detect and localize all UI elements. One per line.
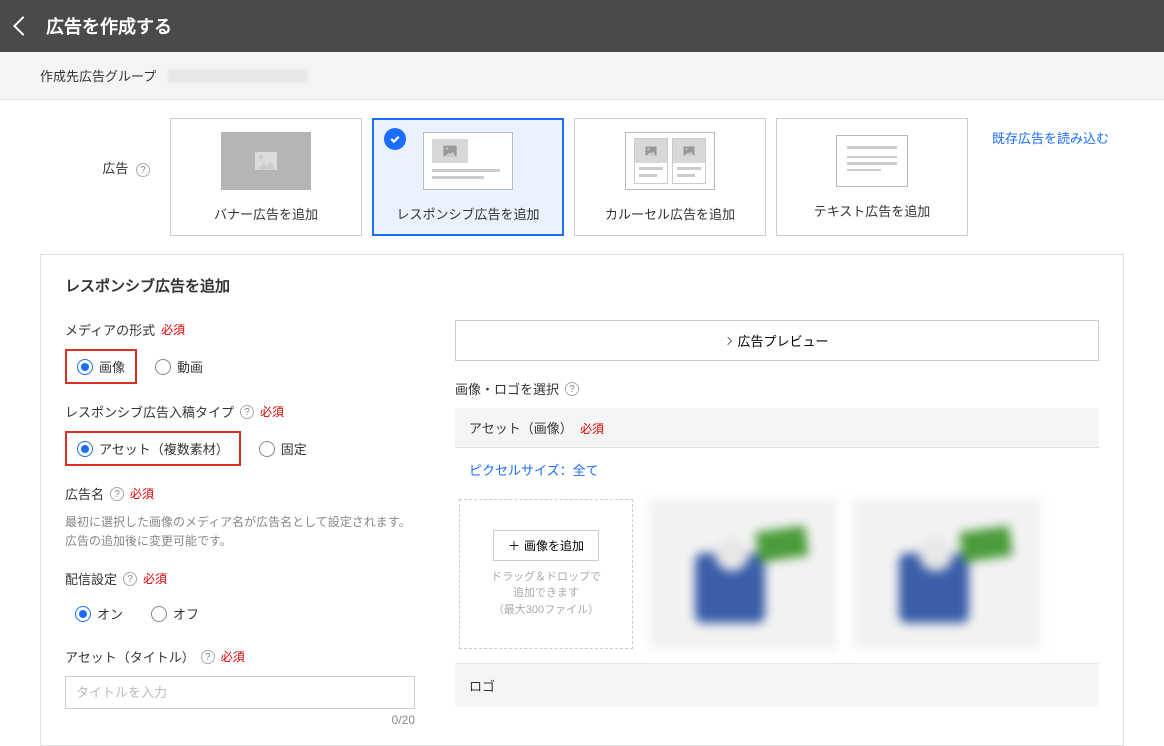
help-icon[interactable]: ? xyxy=(201,650,215,664)
asset-title-input[interactable] xyxy=(65,676,415,709)
help-icon[interactable]: ? xyxy=(123,572,137,586)
load-existing-link[interactable]: 既存広告を読み込む xyxy=(992,118,1109,147)
ad-name-description: 最初に選択した画像のメディア名が広告名として設定されます。広告の追加後に変更可能… xyxy=(65,513,415,551)
upload-hint-line: ドラッグ＆ドロップで xyxy=(491,569,601,586)
preview-button-label: 広告プレビュー xyxy=(737,331,828,350)
checkmark-icon xyxy=(384,128,406,150)
image-placeholder-icon xyxy=(255,152,277,170)
upload-hint-line: 追加できます xyxy=(491,585,601,602)
asset-image-tab-label: アセット（画像） xyxy=(469,421,573,436)
radio-off-icon xyxy=(259,441,275,457)
add-image-button[interactable]: ＋ 画像を追加 xyxy=(493,530,599,561)
ad-preview-button[interactable]: 広告プレビュー xyxy=(455,320,1099,361)
delivery-label: 配信設定 xyxy=(65,569,117,588)
plus-icon: ＋ xyxy=(508,537,520,554)
panel-title: レスポンシブ広告を追加 xyxy=(65,275,1099,296)
required-badge: 必須 xyxy=(260,403,284,420)
required-badge: 必須 xyxy=(580,422,604,436)
radio-label: オフ xyxy=(173,604,199,623)
radio-label: アセット（複数素材） xyxy=(99,439,229,458)
radio-off-icon xyxy=(151,606,167,622)
help-icon[interactable]: ? xyxy=(565,382,579,396)
image-thumbnail[interactable] xyxy=(853,499,1041,649)
required-badge: 必須 xyxy=(130,485,154,502)
ad-type-label: テキスト広告を追加 xyxy=(814,201,931,220)
pixel-size-filter[interactable]: ピクセルサイズ：全て xyxy=(455,448,613,491)
radio-label: オン xyxy=(97,604,123,623)
page-title: 広告を作成する xyxy=(46,13,172,39)
image-placeholder-icon xyxy=(646,146,657,155)
required-badge: 必須 xyxy=(221,648,245,665)
radio-on-icon xyxy=(77,359,93,375)
help-icon[interactable]: ? xyxy=(136,163,150,177)
ad-type-label: バナー広告を追加 xyxy=(214,204,318,223)
ad-section-label: 広告 xyxy=(102,161,128,176)
media-format-label: メディアの形式 xyxy=(65,320,155,339)
radio-on-icon xyxy=(77,441,93,457)
required-badge: 必須 xyxy=(161,321,185,338)
chevron-right-icon xyxy=(724,336,732,344)
group-value-redacted xyxy=(168,69,308,83)
image-upload-dropzone[interactable]: ＋ 画像を追加 ドラッグ＆ドロップで 追加できます （最大300ファイル） xyxy=(459,499,633,649)
ad-name-label: 広告名 xyxy=(65,484,104,503)
media-format-video-radio[interactable]: 動画 xyxy=(145,351,213,382)
help-icon[interactable]: ? xyxy=(240,405,254,419)
image-placeholder-icon xyxy=(684,146,695,155)
add-image-label: 画像を追加 xyxy=(524,537,584,554)
delivery-on-radio[interactable]: オン xyxy=(65,598,133,629)
upload-hint-line: （最大300ファイル） xyxy=(491,602,601,619)
input-type-label: レスポンシブ広告入稿タイプ xyxy=(65,402,234,421)
image-placeholder-icon xyxy=(443,145,456,156)
radio-on-icon xyxy=(75,606,91,622)
radio-label: 動画 xyxy=(177,357,203,376)
char-count: 0/20 xyxy=(65,713,415,727)
required-badge: 必須 xyxy=(143,570,167,587)
ad-type-text[interactable]: テキスト広告を追加 xyxy=(776,118,968,236)
ad-type-banner[interactable]: バナー広告を追加 xyxy=(170,118,362,236)
radio-label: 画像 xyxy=(99,357,125,376)
ad-type-carousel[interactable]: カルーセル広告を追加 xyxy=(574,118,766,236)
radio-off-icon xyxy=(155,359,171,375)
ad-type-label: レスポンシブ広告を追加 xyxy=(396,204,539,223)
delivery-off-radio[interactable]: オフ xyxy=(141,598,209,629)
radio-label: 固定 xyxy=(281,439,307,458)
logo-section-label: ロゴ xyxy=(455,663,1099,707)
group-label: 作成先広告グループ xyxy=(40,66,156,85)
media-format-image-radio[interactable]: 画像 xyxy=(65,349,137,384)
asset-title-label: アセット（タイトル） xyxy=(65,647,195,666)
input-type-asset-radio[interactable]: アセット（複数素材） xyxy=(65,431,241,466)
image-thumbnail[interactable] xyxy=(649,499,837,649)
help-icon[interactable]: ? xyxy=(110,487,124,501)
ad-type-responsive[interactable]: レスポンシブ広告を追加 xyxy=(372,118,564,236)
ad-type-label: カルーセル広告を追加 xyxy=(605,204,735,223)
input-type-fixed-radio[interactable]: 固定 xyxy=(249,433,317,464)
image-section-label: 画像・ロゴを選択 xyxy=(455,379,559,398)
back-button[interactable] xyxy=(13,16,33,36)
